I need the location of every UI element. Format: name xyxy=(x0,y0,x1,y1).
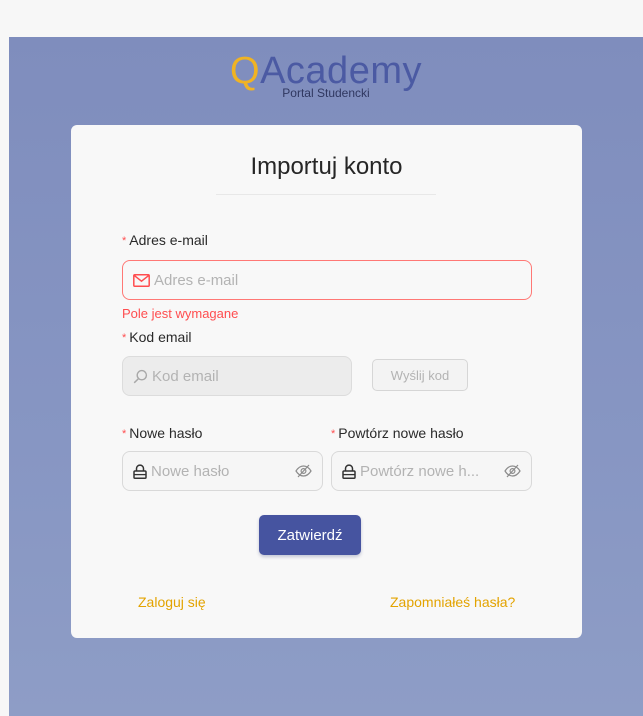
lock-icon xyxy=(342,463,356,479)
eye-off-icon[interactable] xyxy=(504,464,521,478)
code-label: * Kod email xyxy=(122,329,192,345)
page-title: Importuj konto xyxy=(250,153,403,180)
code-label-text: Kod email xyxy=(129,329,192,345)
logo: QAcademy Portal Studencki xyxy=(9,51,643,100)
email-label: * Adres e-mail xyxy=(122,232,208,248)
page-background: QAcademy Portal Studencki Importuj konto… xyxy=(9,37,643,716)
forgot-password-link[interactable]: Zapomniałeś hasła? xyxy=(390,594,515,610)
email-placeholder: Adres e-mail xyxy=(154,271,239,289)
search-icon xyxy=(133,369,148,384)
new-password-field[interactable]: Nowe hasło xyxy=(122,451,323,491)
required-mark: * xyxy=(122,332,127,344)
login-link[interactable]: Zaloguj się xyxy=(138,594,206,610)
required-mark: * xyxy=(331,428,336,440)
new-password-label-text: Nowe hasło xyxy=(129,425,203,441)
email-error-message: Pole jest wymagane xyxy=(122,306,239,321)
mail-icon xyxy=(133,273,150,287)
repeat-password-placeholder: Powtórz nowe h... xyxy=(360,462,480,480)
eye-off-icon[interactable] xyxy=(295,464,312,478)
title-divider xyxy=(216,194,436,195)
lock-icon xyxy=(133,463,147,479)
repeat-password-field[interactable]: Powtórz nowe h... xyxy=(331,451,532,491)
logo-subtitle: Portal Studencki xyxy=(282,86,370,100)
code-placeholder: Kod email xyxy=(152,367,219,385)
new-password-placeholder: Nowe hasło xyxy=(151,462,230,480)
email-label-text: Adres e-mail xyxy=(129,232,208,248)
import-account-card: Importuj konto * Adres e-mail Adres e-mai… xyxy=(71,125,582,638)
new-password-label: * Nowe hasło xyxy=(122,425,202,441)
code-field[interactable]: Kod email xyxy=(122,356,352,396)
required-mark: * xyxy=(122,428,127,440)
logo-title: QAcademy xyxy=(230,51,422,91)
repeat-password-label-text: Powtórz nowe hasło xyxy=(338,425,464,441)
submit-button[interactable]: Zatwierdź xyxy=(259,515,361,555)
required-mark: * xyxy=(122,235,127,247)
email-field[interactable]: Adres e-mail xyxy=(122,260,532,300)
repeat-password-label: * Powtórz nowe hasło xyxy=(331,425,464,441)
send-code-button[interactable]: Wyślij kod xyxy=(372,359,468,391)
